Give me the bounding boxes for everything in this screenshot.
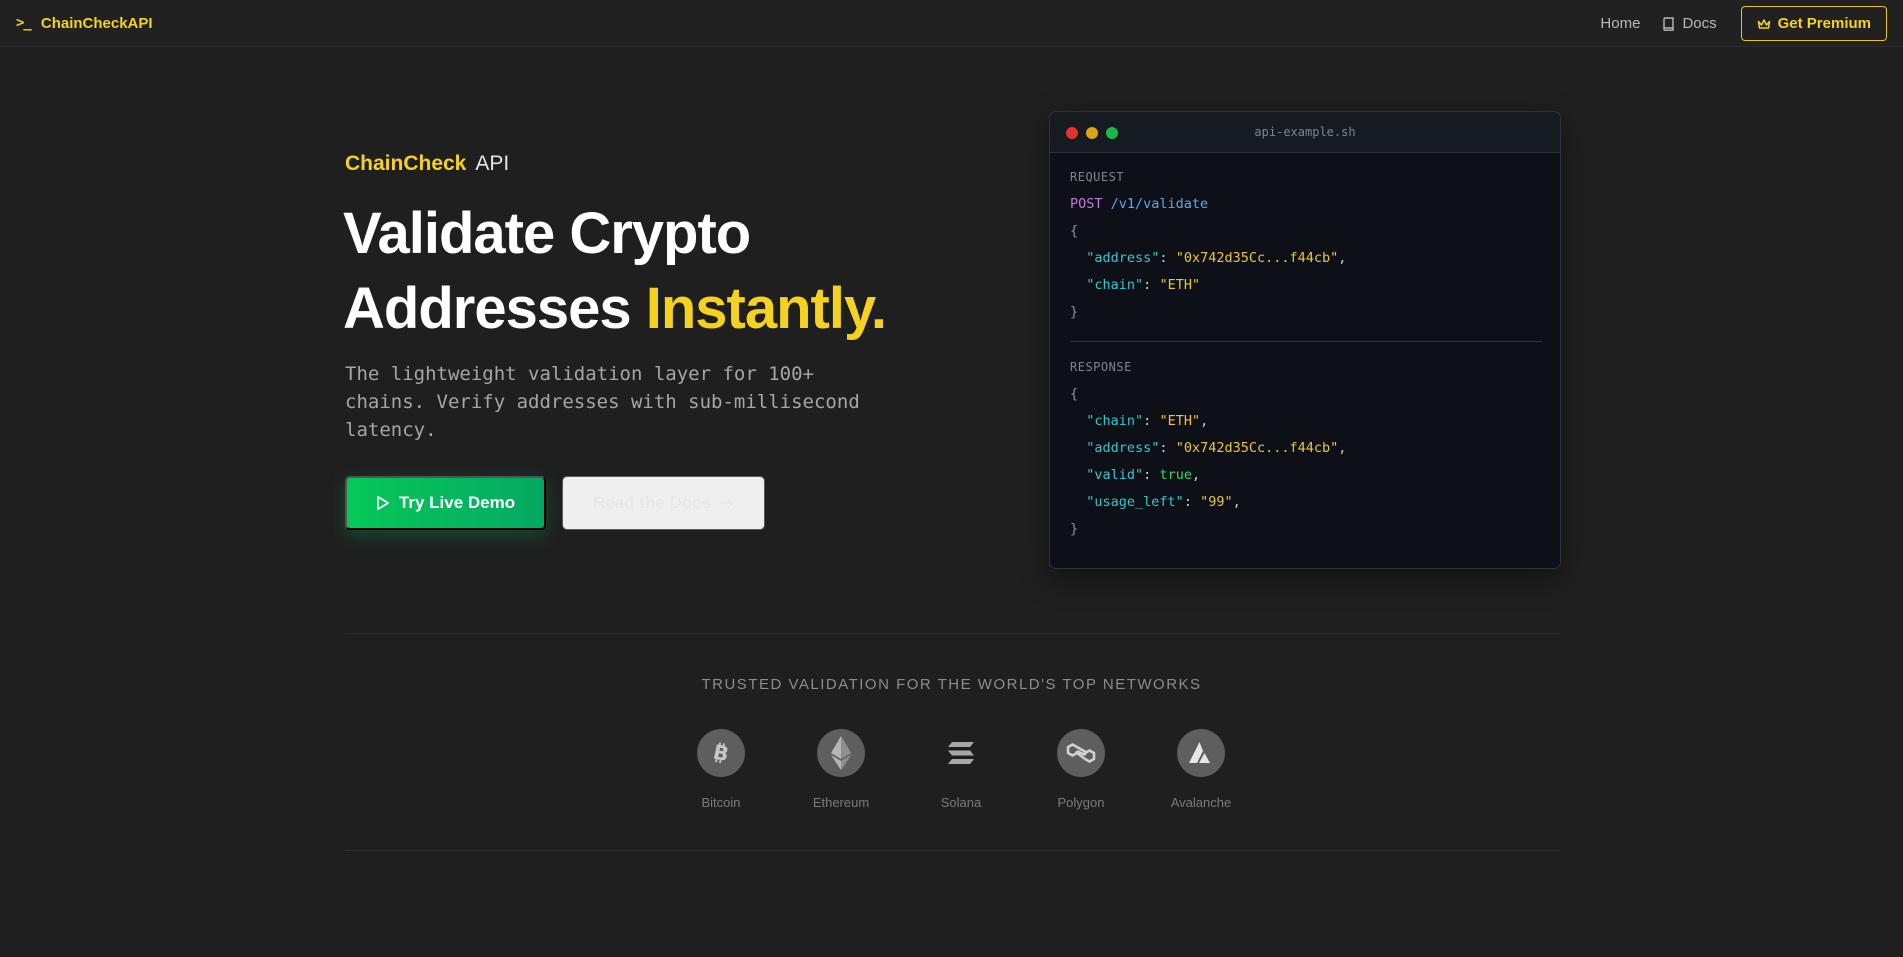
window-titlebar: api-example.sh [1050, 112, 1560, 153]
try-live-demo-button[interactable]: Try Live Demo [345, 476, 546, 530]
nav-home-link[interactable]: Home [1600, 15, 1640, 32]
json-key: "chain" [1086, 413, 1144, 429]
eyebrow-suffix: API [475, 152, 510, 175]
response-address-line: "address": "0x742d35Cc...f44cb", [1086, 440, 1347, 456]
ethereum-icon [817, 729, 865, 777]
json-key: "address" [1086, 440, 1160, 456]
network-label: Polygon [1057, 795, 1105, 810]
bitcoin-icon: B [697, 729, 745, 777]
headline-highlight: Instantly. [645, 276, 887, 341]
network-bitcoin: B Bitcoin [661, 729, 781, 810]
json-value: "0x742d35Cc...f44cb" [1175, 440, 1339, 456]
network-logos: B Bitcoin Ethereum Solana Polygon Avalan… [661, 729, 1261, 810]
network-label: Avalanche [1170, 795, 1232, 810]
code-block: REQUEST POST /v1/validate { "address": "… [1070, 164, 1542, 543]
response-valid-line: "valid": true, [1086, 467, 1201, 483]
hero-eyebrow: ChainCheck API [345, 152, 509, 176]
json-key: "valid" [1086, 467, 1144, 483]
top-navbar: >_ ChainCheckAPI Home Docs Get Premium [0, 0, 1903, 47]
response-open-brace: { [1070, 386, 1079, 402]
network-solana: Solana [901, 729, 1021, 810]
try-live-demo-label: Try Live Demo [398, 493, 516, 512]
request-address-line: "address": "0x742d35Cc...f44cb", [1086, 250, 1347, 266]
network-label: Solana [940, 795, 982, 810]
request-label: REQUEST [1070, 170, 1125, 184]
json-value: true [1159, 467, 1192, 483]
get-premium-label: Get Premium [1777, 15, 1871, 32]
section-divider-bottom [345, 850, 1560, 851]
response-chain-line: "chain": "ETH", [1086, 413, 1209, 429]
nav-docs-link[interactable]: Docs [1662, 15, 1717, 32]
response-close-brace: } [1070, 521, 1079, 537]
window-filename: api-example.sh [1254, 125, 1356, 139]
endpoint-path: /v1/validate [1110, 196, 1209, 212]
brand-name: ChainCheckAPI [40, 14, 153, 32]
hero-headline: Validate Crypto Addresses Instantly. [343, 196, 983, 346]
json-key: "chain" [1086, 277, 1144, 293]
read-the-docs-button[interactable]: Read the Docs [562, 476, 765, 530]
polygon-icon [1057, 729, 1105, 777]
json-value: "ETH" [1159, 277, 1201, 293]
hero-subtitle: The lightweight validation layer for 100… [345, 363, 860, 441]
nav-docs-label: Docs [1682, 15, 1717, 32]
crown-icon [1757, 18, 1770, 29]
brand-logo[interactable]: >_ ChainCheckAPI [16, 13, 153, 33]
network-label: Bitcoin [701, 795, 741, 810]
headline-line-1: Validate Crypto [343, 201, 751, 266]
eyebrow-brand: ChainCheck [345, 152, 467, 175]
network-ethereum: Ethereum [781, 729, 901, 810]
solana-icon [937, 729, 985, 777]
network-label: Ethereum [812, 795, 870, 810]
read-the-docs-label: Read the Docs [592, 493, 712, 512]
request-close-brace: } [1070, 304, 1079, 320]
json-value: "99" [1200, 494, 1233, 510]
request-chain-line: "chain": "ETH" [1086, 277, 1201, 293]
http-method: POST [1070, 196, 1103, 212]
code-divider [1070, 341, 1542, 342]
nav-links: Home Docs Get Premium [1600, 6, 1887, 41]
avalanche-icon [1177, 729, 1225, 777]
terminal-icon: >_ [16, 15, 32, 31]
request-open-brace: { [1070, 223, 1079, 239]
response-label: RESPONSE [1070, 360, 1132, 374]
request-line: POST /v1/validate [1070, 191, 1542, 218]
json-value: "0x742d35Cc...f44cb" [1175, 250, 1339, 266]
api-example-window: api-example.sh REQUEST POST /v1/validate… [1049, 111, 1561, 569]
book-icon [1663, 16, 1675, 31]
response-usage-line: "usage_left": "99", [1086, 494, 1241, 510]
play-icon [377, 495, 389, 511]
arrow-right-icon [720, 497, 734, 509]
json-key: "usage_left" [1086, 494, 1184, 510]
json-value: "ETH" [1159, 413, 1201, 429]
network-polygon: Polygon [1021, 729, 1141, 810]
section-divider-top [345, 633, 1560, 634]
network-avalanche: Avalanche [1141, 729, 1261, 810]
get-premium-button[interactable]: Get Premium [1740, 6, 1887, 41]
trusted-heading: TRUSTED VALIDATION FOR THE WORLD'S TOP N… [701, 676, 1202, 693]
json-key: "address" [1086, 250, 1160, 266]
headline-line-2: Addresses [343, 276, 646, 341]
